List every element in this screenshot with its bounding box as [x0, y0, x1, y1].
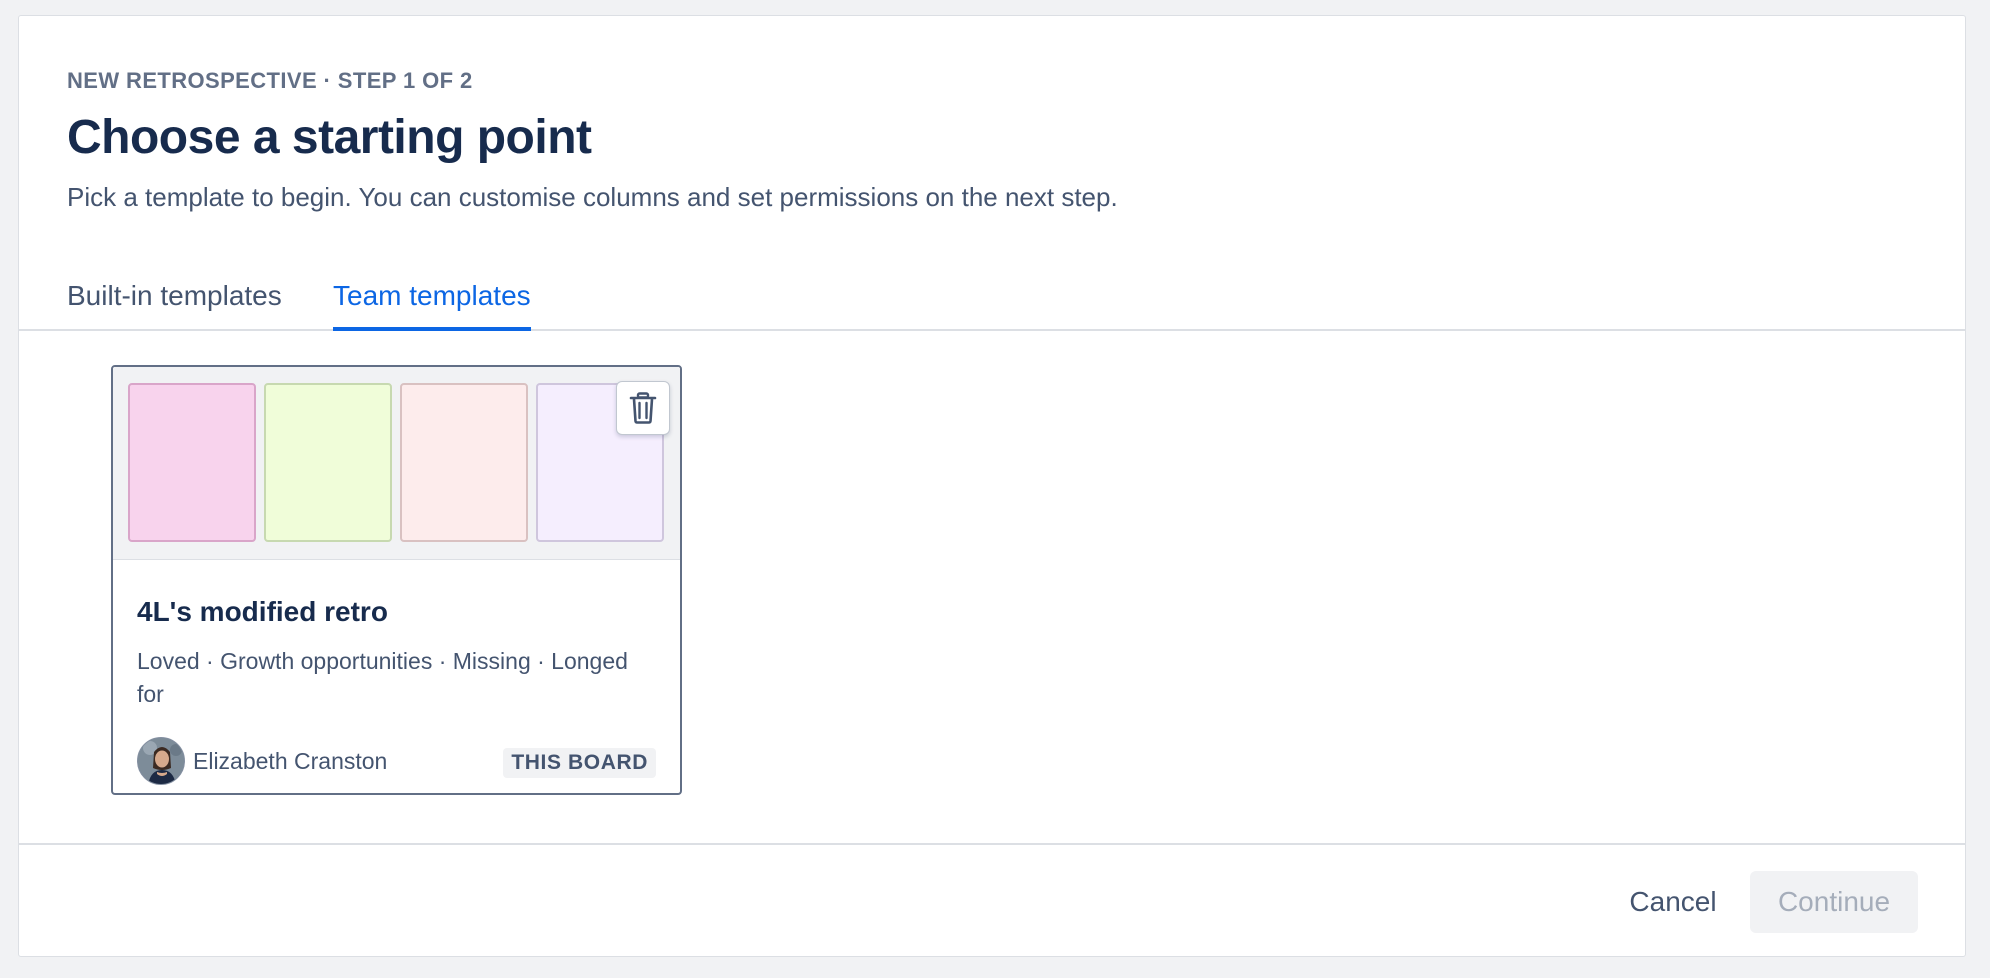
template-name: 4L's modified retro [137, 596, 388, 627]
template-columns: Loved · Growth opportunities · Missing ·… [137, 648, 628, 707]
cancel-button[interactable]: Cancel [1609, 871, 1737, 933]
preview-column-3 [400, 383, 528, 542]
avatar [137, 737, 185, 785]
new-retrospective-dialog: NEW RETROSPECTIVE · STEP 1 OF 2 Choose a… [18, 15, 1966, 957]
page-title: Choose a starting point [67, 111, 592, 164]
page-subtitle: Pick a template to begin. You can custom… [67, 182, 1118, 212]
preview-column-2 [264, 383, 392, 542]
status-badge: THIS BOARD [503, 748, 656, 778]
delete-template-button[interactable] [616, 381, 670, 435]
tab-built-in-templates[interactable]: Built-in templates [67, 279, 282, 327]
continue-button[interactable]: Continue [1750, 871, 1918, 933]
template-tabs: Built-in templates Team templates [19, 263, 1965, 331]
step-indicator: NEW RETROSPECTIVE · STEP 1 OF 2 [67, 68, 473, 93]
template-card[interactable]: 4L's modified retro Loved · Growth oppor… [111, 365, 682, 795]
dialog-header: NEW RETROSPECTIVE · STEP 1 OF 2 Choose a… [19, 16, 1965, 214]
trash-icon [629, 392, 657, 424]
tab-team-templates[interactable]: Team templates [333, 279, 531, 331]
author-name: Elizabeth Cranston [193, 748, 388, 774]
dialog-footer: Cancel Continue [19, 843, 1965, 956]
preview-column-1 [128, 383, 256, 542]
template-preview [113, 367, 680, 560]
template-author: Elizabeth Cranston [137, 737, 387, 785]
